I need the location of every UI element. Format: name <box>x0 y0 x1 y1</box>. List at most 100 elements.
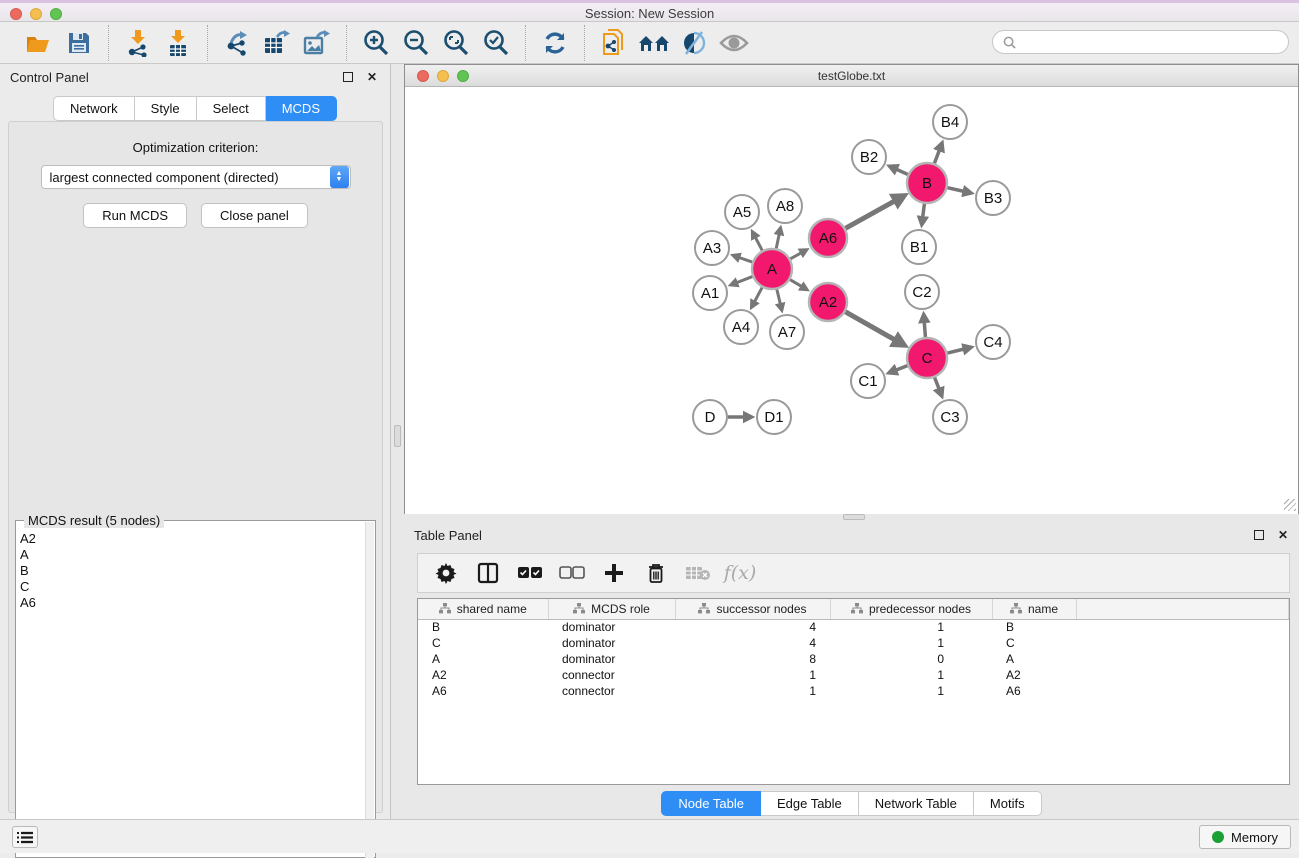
table-cell[interactable]: A2 <box>992 667 1076 683</box>
column-header-MCDS-role[interactable]: MCDS role <box>548 599 675 619</box>
table-cell[interactable]: A2 <box>418 667 548 683</box>
table-cell[interactable]: A6 <box>418 683 548 699</box>
network-window-titlebar[interactable]: testGlobe.txt <box>405 65 1298 87</box>
graph-node-A[interactable]: A <box>752 249 792 289</box>
float-panel-button[interactable] <box>340 69 356 85</box>
table-cell[interactable]: 0 <box>830 651 992 667</box>
graph-edge-A-A4[interactable] <box>754 288 762 303</box>
table-cell[interactable]: 4 <box>675 635 830 651</box>
table-cell[interactable] <box>1076 683 1289 699</box>
zoom-fit-button[interactable] <box>439 27 473 59</box>
table-tab-edge-table[interactable]: Edge Table <box>761 791 859 816</box>
tab-select[interactable]: Select <box>197 96 266 121</box>
mcds-result-list[interactable]: A2ABCA6 <box>20 531 365 855</box>
run-mcds-button[interactable]: Run MCDS <box>83 203 187 228</box>
graph-node-B1[interactable]: B1 <box>902 230 936 264</box>
graph-edge-C-C2[interactable] <box>924 321 925 337</box>
result-item[interactable]: A6 <box>20 595 365 611</box>
import-network-button[interactable] <box>121 27 155 59</box>
table-cell[interactable]: A6 <box>992 683 1076 699</box>
graph-edge-A-A5[interactable] <box>755 236 762 250</box>
table-cell[interactable]: A <box>992 651 1076 667</box>
import-table-button[interactable] <box>161 27 195 59</box>
vertical-splitter-handle[interactable] <box>394 425 401 447</box>
graph-node-B4[interactable]: B4 <box>933 105 967 139</box>
show-columns-button[interactable] <box>472 558 504 588</box>
table-cell[interactable]: 1 <box>830 635 992 651</box>
result-item[interactable]: A <box>20 547 365 563</box>
table-cell[interactable] <box>1076 651 1289 667</box>
home-layout-button[interactable] <box>637 27 671 59</box>
graph-node-A2[interactable]: A2 <box>809 283 847 321</box>
new-session-from-network-button[interactable] <box>597 27 631 59</box>
graph-edge-A-A7[interactable] <box>777 289 781 305</box>
deselect-all-rows-button[interactable] <box>556 558 588 588</box>
table-tab-node-table[interactable]: Node Table <box>661 791 761 816</box>
graph-node-C4[interactable]: C4 <box>976 325 1010 359</box>
graph-node-A5[interactable]: A5 <box>725 195 759 229</box>
graph-node-B3[interactable]: B3 <box>976 181 1010 215</box>
graph-edge-A2-C[interactable] <box>845 312 896 341</box>
refresh-view-button[interactable] <box>538 27 572 59</box>
table-cell[interactable]: 1 <box>830 683 992 699</box>
add-column-button[interactable] <box>598 558 630 588</box>
search-input[interactable] <box>1022 35 1278 49</box>
table-cell[interactable] <box>1076 635 1289 651</box>
graph-edge-C-C1[interactable] <box>895 366 908 371</box>
graph-edge-B-B2[interactable] <box>895 169 908 175</box>
graph-node-B2[interactable]: B2 <box>852 140 886 174</box>
graph-edge-A-A6[interactable] <box>790 252 802 258</box>
table-cell[interactable]: C <box>992 635 1076 651</box>
tab-mcds[interactable]: MCDS <box>266 96 337 121</box>
export-image-button[interactable] <box>300 27 334 59</box>
column-header-successor-nodes[interactable]: successor nodes <box>675 599 830 619</box>
table-cell[interactable] <box>1076 667 1289 683</box>
export-table-button[interactable] <box>260 27 294 59</box>
zoom-out-button[interactable] <box>399 27 433 59</box>
graph-node-B[interactable]: B <box>907 163 947 203</box>
zoom-in-button[interactable] <box>359 27 393 59</box>
tab-style[interactable]: Style <box>135 96 197 121</box>
network-canvas[interactable]: B4B2BB3A8A5A6A3B1AC2A1A2A4A7C4CC1C3DD1 <box>405 87 1298 514</box>
table-row[interactable]: A6connector11A6 <box>418 683 1289 699</box>
memory-status-button[interactable]: Memory <box>1199 825 1291 849</box>
open-file-button[interactable] <box>22 27 56 59</box>
graph-node-A6[interactable]: A6 <box>809 219 847 257</box>
result-item[interactable]: C <box>20 579 365 595</box>
table-cell[interactable]: 1 <box>675 683 830 699</box>
column-header-predecessor-nodes[interactable]: predecessor nodes <box>830 599 992 619</box>
graph-edge-B-B3[interactable] <box>947 188 965 192</box>
delete-column-button[interactable] <box>640 558 672 588</box>
graph-node-C1[interactable]: C1 <box>851 364 885 398</box>
criterion-dropdown[interactable]: largest connected component (directed) ▲… <box>41 165 351 189</box>
table-cell[interactable]: dominator <box>548 635 675 651</box>
save-session-button[interactable] <box>62 27 96 59</box>
graph-node-C[interactable]: C <box>907 338 947 378</box>
table-row[interactable]: A2connector11A2 <box>418 667 1289 683</box>
table-tab-motifs[interactable]: Motifs <box>974 791 1042 816</box>
table-cell[interactable]: A <box>418 651 548 667</box>
graph-node-C3[interactable]: C3 <box>933 400 967 434</box>
graph-edge-B-B1[interactable] <box>923 204 925 219</box>
table-close-panel-button[interactable]: ✕ <box>1275 527 1291 543</box>
result-list-scrollbar[interactable] <box>365 522 374 858</box>
table-cell[interactable]: 4 <box>675 619 830 635</box>
network-graph[interactable]: B4B2BB3A8A5A6A3B1AC2A1A2A4A7C4CC1C3DD1 <box>405 87 1298 514</box>
graph-edge-A-A1[interactable] <box>736 277 753 283</box>
result-item[interactable]: B <box>20 563 365 579</box>
graph-node-D1[interactable]: D1 <box>757 400 791 434</box>
table-row[interactable]: Bdominator41B <box>418 619 1289 635</box>
graph-edge-C-C3[interactable] <box>935 378 940 391</box>
table-cell[interactable]: connector <box>548 683 675 699</box>
graph-edge-A-A3[interactable] <box>738 257 752 262</box>
close-panel-action-button[interactable]: Close panel <box>201 203 308 228</box>
graph-node-A1[interactable]: A1 <box>693 276 727 310</box>
toolbar-search[interactable] <box>992 30 1289 54</box>
hide-graphics-details-button[interactable] <box>677 27 711 59</box>
table-cell[interactable]: 8 <box>675 651 830 667</box>
graph-node-A3[interactable]: A3 <box>695 231 729 265</box>
show-hide-annotations-button[interactable] <box>717 27 751 59</box>
table-cell[interactable]: dominator <box>548 651 675 667</box>
graph-edge-A6-B[interactable] <box>845 200 896 228</box>
table-tab-network-table[interactable]: Network Table <box>859 791 974 816</box>
